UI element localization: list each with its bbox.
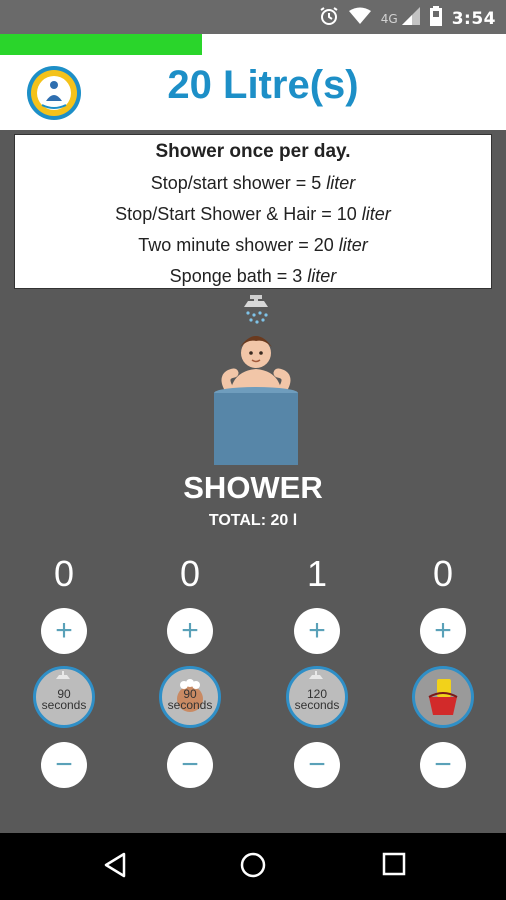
option-column: 1 + 120 seconds − (272, 552, 362, 788)
plus-icon: + (308, 614, 326, 647)
info-line-unit: liter (326, 173, 356, 193)
option-count: 0 (179, 553, 201, 594)
info-line-text: Sponge bath = 3 (169, 266, 308, 286)
page-title: 20 Litre(s) (167, 63, 359, 107)
option-column: 0 + 90 seconds − (19, 552, 109, 788)
minus-icon: − (181, 748, 199, 781)
alarm-icon (319, 6, 339, 31)
progress-fill (0, 34, 203, 55)
status-time: 3:54 (451, 8, 496, 29)
option-label: seconds (167, 698, 213, 712)
back-icon[interactable] (102, 851, 128, 884)
activity-total: TOTAL: 20 l (208, 512, 298, 529)
info-line: Two minute shower = 20 liter (15, 235, 491, 256)
info-title: Shower once per day. (155, 141, 351, 162)
app-header: 20 Litre(s) (0, 55, 506, 130)
increment-button[interactable]: + (294, 608, 340, 654)
decrement-button[interactable]: − (41, 742, 87, 788)
signal-icon (401, 7, 420, 30)
navigation-bar (0, 833, 506, 900)
info-line-unit: liter (338, 235, 368, 255)
minus-icon: − (308, 748, 326, 781)
wifi-icon (348, 7, 371, 30)
info-line-text: Two minute shower = 20 (138, 235, 339, 255)
info-line-unit: liter (361, 204, 391, 224)
activity-title: SHOWER (183, 470, 323, 505)
status-bar: 4G 3:54 (0, 0, 506, 34)
network-type: 4G (380, 11, 398, 26)
decrement-button[interactable]: − (420, 742, 466, 788)
increment-button[interactable]: + (41, 608, 87, 654)
sponge-bucket-icon (428, 679, 458, 715)
info-line-text: Stop/Start Shower & Hair = 10 (115, 204, 362, 224)
option-column: 0 + − (398, 552, 488, 788)
decrement-button[interactable]: − (294, 742, 340, 788)
info-line: Stop/Start Shower & Hair = 10 liter (15, 204, 491, 225)
option-count: 0 (53, 553, 75, 594)
minus-icon: − (434, 748, 452, 781)
info-line: Stop/start shower = 5 liter (15, 173, 491, 194)
shower-illustration (200, 295, 310, 465)
minus-icon: − (55, 748, 73, 781)
info-line: Sponge bath = 3 liter (15, 266, 491, 287)
decrement-button[interactable]: − (167, 742, 213, 788)
option-count: 0 (432, 553, 454, 594)
progress-bar (0, 34, 506, 55)
increment-button[interactable]: + (420, 608, 466, 654)
info-line-unit: liter (307, 266, 337, 286)
option-shower-hair[interactable]: 90 seconds (159, 666, 221, 728)
increment-button[interactable]: + (167, 608, 213, 654)
option-label: seconds (41, 698, 87, 712)
plus-icon: + (55, 614, 73, 647)
option-sponge-bath[interactable] (412, 666, 474, 728)
home-icon[interactable] (239, 851, 267, 884)
option-label: seconds (294, 698, 340, 712)
plus-icon: + (181, 614, 199, 647)
option-two-minute-shower[interactable]: 120 seconds (286, 666, 348, 728)
plus-icon: + (434, 614, 452, 647)
info-line-text: Stop/start shower = 5 (150, 173, 327, 193)
option-column: 0 + 90 seconds − (145, 552, 235, 788)
recents-icon[interactable] (381, 851, 407, 882)
option-stop-start-shower[interactable]: 90 seconds (33, 666, 95, 728)
option-count: 1 (306, 553, 328, 594)
info-panel: Shower once per day. Stop/start shower =… (14, 134, 492, 289)
battery-icon (429, 6, 442, 31)
